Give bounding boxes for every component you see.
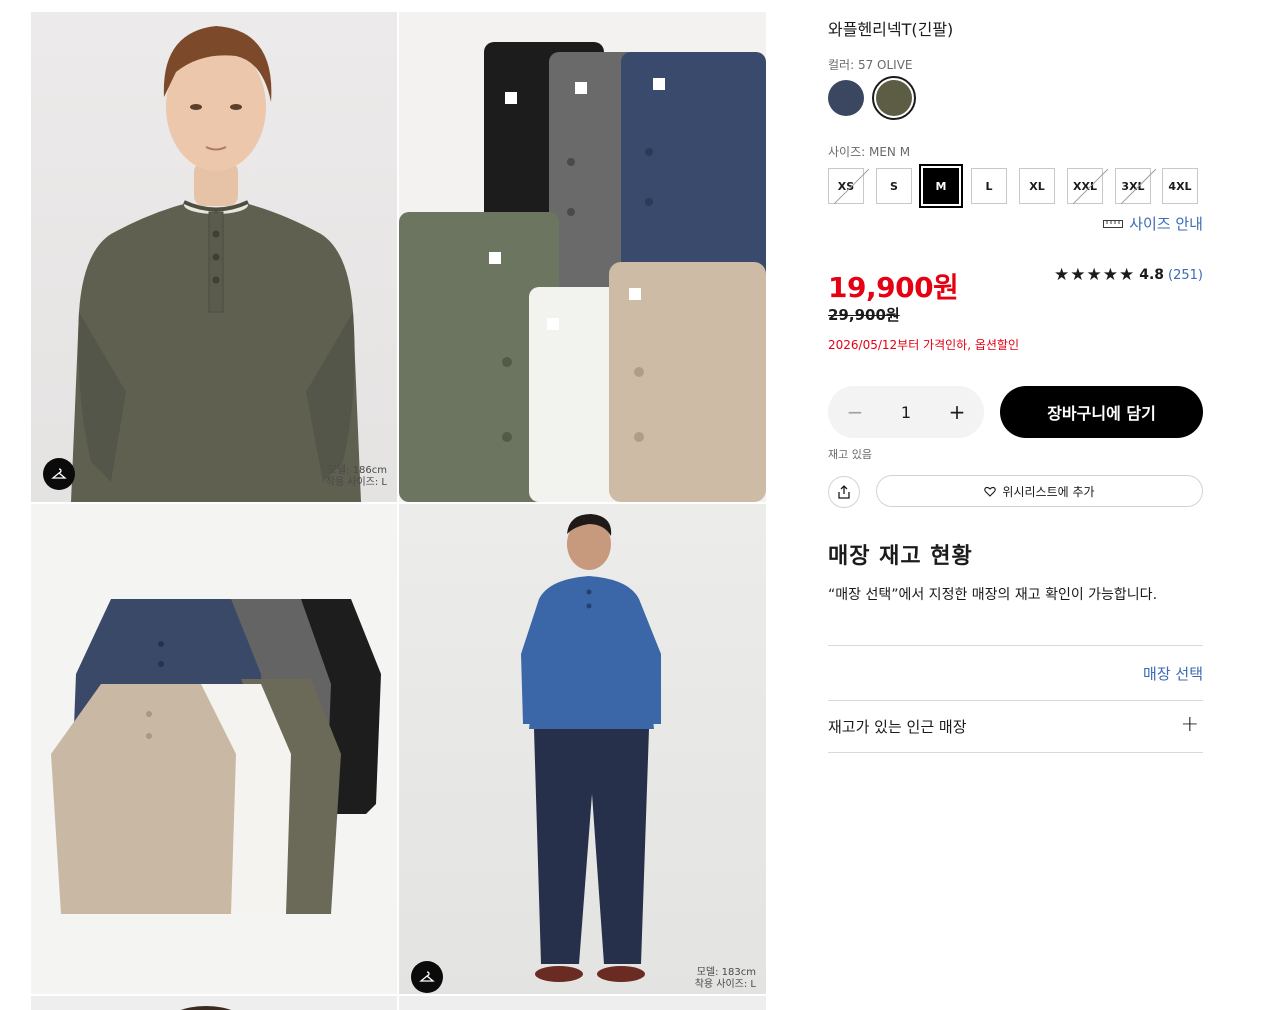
price-note: 2026/05/12부터 가격인하, 옵션할인 — [828, 338, 1020, 352]
rating-stars: ★★★★★ — [1054, 265, 1136, 285]
product-gallery: 모델: 186cm 착용 사이즈: L 모델: 183cm 착용 사이즈: L — [31, 12, 766, 1010]
store-stock-description: “매장 선택”에서 지정한 매장의 재고 확인이 가능합니다. — [828, 587, 1158, 603]
model-info: 모델: 186cm 착용 사이즈: L — [326, 465, 387, 489]
product-title: 와플헨리넥T(긴팔) — [828, 20, 954, 39]
wishlist-text: 위시리스트에 추가 — [1002, 484, 1095, 499]
size-option-3xl[interactable]: 3XL — [1115, 168, 1151, 204]
heart-icon — [984, 486, 997, 497]
color-swatch-olive[interactable] — [876, 80, 912, 116]
fit-size-text: 착용 사이즈: L — [694, 979, 756, 990]
size-option-s[interactable]: S — [876, 168, 912, 204]
size-guide-link[interactable]: 사이즈 안내 — [1103, 213, 1203, 234]
size-option-m[interactable]: M — [919, 164, 963, 208]
divider — [828, 752, 1203, 753]
ruler-icon — [1103, 219, 1124, 228]
try-on-hanger-button[interactable] — [43, 458, 75, 490]
share-button[interactable] — [828, 476, 860, 508]
hanger-icon — [419, 971, 435, 982]
size-option-4xl[interactable]: 4XL — [1162, 168, 1198, 204]
review-count[interactable]: (251) — [1168, 268, 1203, 283]
gallery-image-flatlay[interactable] — [31, 504, 397, 994]
plus-icon[interactable]: + — [1181, 712, 1199, 737]
gallery-image-partial[interactable] — [399, 996, 766, 1010]
product-page: 모델: 186cm 착용 사이즈: L 모델: 183cm 착용 사이즈: L … — [0, 0, 1280, 1010]
gallery-image-model-olive[interactable]: 모델: 186cm 착용 사이즈: L — [31, 12, 397, 502]
model-height-text: 모델: 183cm — [696, 967, 756, 978]
add-to-cart-button[interactable]: 장바구니에 담기 — [1000, 386, 1203, 438]
gallery-image-partial[interactable] — [31, 996, 397, 1010]
store-select-link[interactable]: 매장 선택 — [1143, 663, 1203, 684]
stock-status: 재고 있음 — [828, 448, 872, 461]
color-label: 컬러: 57 OLIVE — [828, 58, 913, 72]
try-on-hanger-button[interactable] — [411, 961, 443, 993]
original-price: 29,900원 — [828, 306, 900, 324]
size-guide-text: 사이즈 안내 — [1129, 215, 1203, 233]
quantity-value: 1 — [900, 402, 912, 422]
divider — [828, 645, 1203, 646]
sale-price: 19,900원 — [828, 271, 959, 304]
size-option-l[interactable]: L — [971, 168, 1007, 204]
model-info: 모델: 183cm 착용 사이즈: L — [695, 967, 756, 991]
gallery-image-folded[interactable] — [399, 12, 766, 502]
model-height-text: 모델: 186cm — [327, 465, 387, 476]
store-stock-heading: 매장 재고 현황 — [828, 544, 973, 569]
gallery-image-model-blue[interactable]: 모델: 183cm 착용 사이즈: L — [399, 504, 766, 994]
color-swatch-navy[interactable] — [828, 80, 864, 116]
fit-size-text: 착용 사이즈: L — [325, 477, 387, 488]
size-label: 사이즈: MEN M — [828, 145, 911, 159]
increase-quantity-button[interactable]: + — [948, 400, 966, 424]
wishlist-button[interactable]: 위시리스트에 추가 — [876, 475, 1203, 507]
decrease-quantity-button[interactable]: − — [846, 400, 864, 424]
size-option-xs[interactable]: XS — [828, 168, 864, 204]
size-option-xl[interactable]: XL — [1019, 168, 1055, 204]
size-option-xxl[interactable]: XXL — [1067, 168, 1103, 204]
hanger-icon — [51, 468, 67, 479]
rating-value: 4.8 — [1139, 267, 1165, 283]
divider — [828, 700, 1203, 701]
share-icon — [838, 485, 850, 499]
rating[interactable]: ★★★★★ 4.8 (251) — [1054, 265, 1203, 285]
nearby-stores-toggle[interactable]: 재고가 있는 인근 매장 — [828, 716, 967, 737]
quantity-stepper: − 1 + — [828, 386, 984, 438]
